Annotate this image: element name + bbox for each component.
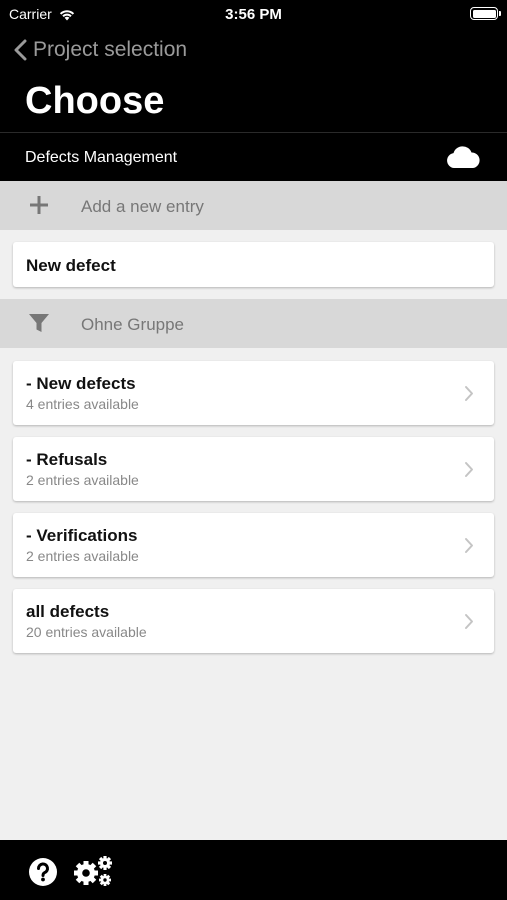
clock: 3:56 PM xyxy=(225,6,282,23)
list-item-count: 20 entries available xyxy=(26,624,147,640)
new-defect-button[interactable]: New defect xyxy=(13,242,494,287)
add-entry-label: Add a new entry xyxy=(81,197,204,216)
navigation-bar: Project selection Choose xyxy=(0,30,507,132)
chevron-right-icon xyxy=(465,462,473,477)
chevron-left-icon xyxy=(14,39,27,61)
chevron-right-icon xyxy=(465,538,473,553)
list-item-title: - Verifications xyxy=(26,526,138,545)
page-title: Choose xyxy=(25,80,165,122)
module-label: Defects Management xyxy=(25,149,178,166)
add-entry-row[interactable]: Add a new entry xyxy=(0,181,507,230)
list-item-count: 2 entries available xyxy=(26,548,139,564)
battery-icon xyxy=(470,7,501,20)
help-icon[interactable] xyxy=(28,857,58,887)
list-item[interactable]: - Verifications 2 entries available xyxy=(13,513,494,577)
list-item[interactable]: - Refusals 2 entries available xyxy=(13,437,494,501)
chevron-right-icon xyxy=(465,386,473,401)
group-filter-row[interactable]: Ohne Gruppe xyxy=(0,299,507,348)
list-item-title: - New defects xyxy=(26,374,136,393)
new-defect-label: New defect xyxy=(26,256,116,275)
filter-icon xyxy=(29,314,49,332)
list-item-count: 2 entries available xyxy=(26,472,139,488)
list-item-count: 4 entries available xyxy=(26,396,139,412)
plus-icon xyxy=(30,196,48,214)
gears-icon[interactable] xyxy=(73,855,113,887)
list-item-title: all defects xyxy=(26,602,110,621)
status-bar: Carrier 3:56 PM xyxy=(0,0,507,30)
list-item[interactable]: all defects 20 entries available xyxy=(13,589,494,653)
group-filter-label: Ohne Gruppe xyxy=(81,315,185,334)
list-item-title: - Refusals xyxy=(26,450,108,469)
back-button[interactable]: Project selection xyxy=(14,38,187,62)
bottom-toolbar xyxy=(0,840,507,900)
back-label: Project selection xyxy=(33,38,188,61)
list-item[interactable]: - New defects 4 entries available xyxy=(13,361,494,425)
module-bar: Defects Management xyxy=(0,132,507,181)
chevron-right-icon xyxy=(465,614,473,629)
cloud-icon[interactable] xyxy=(445,145,481,169)
